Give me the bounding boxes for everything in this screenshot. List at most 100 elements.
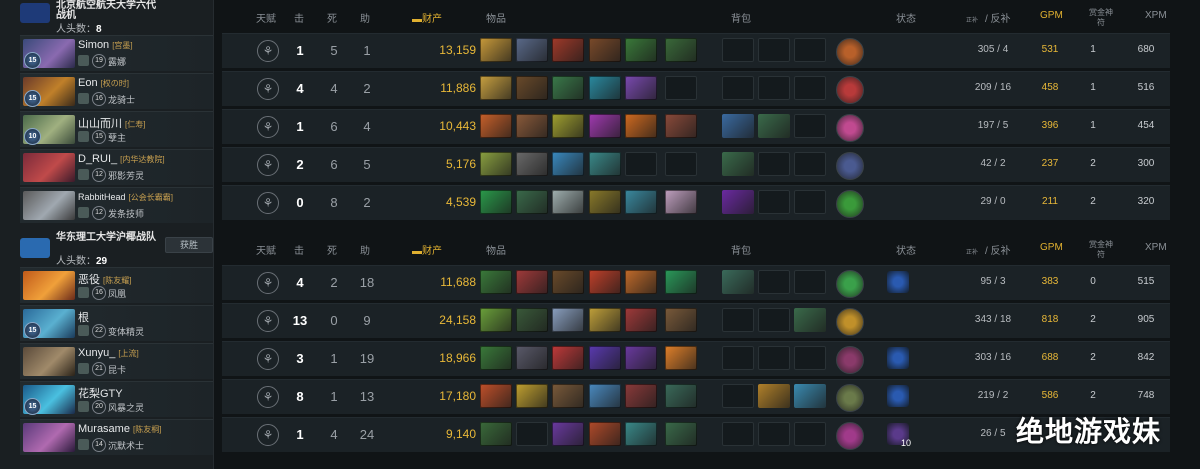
item-slot-icon[interactable] xyxy=(516,270,548,294)
item-slot-icon[interactable] xyxy=(516,38,548,62)
item-slot-icon[interactable] xyxy=(552,190,584,214)
status-buff-icon[interactable]: 10 xyxy=(887,423,911,448)
empty-backpack-slot[interactable] xyxy=(794,152,826,176)
empty-backpack-slot[interactable] xyxy=(794,422,826,446)
item-slot-icon[interactable] xyxy=(480,346,512,370)
item-slot-icon[interactable] xyxy=(480,152,512,176)
item-slot-icon[interactable] xyxy=(480,114,512,138)
item-slot-icon[interactable] xyxy=(516,346,548,370)
item-slot-icon[interactable] xyxy=(665,422,697,446)
item-slot-icon[interactable] xyxy=(625,38,657,62)
item-slot-icon[interactable] xyxy=(480,422,512,446)
item-slot-icon[interactable] xyxy=(552,346,584,370)
neutral-item-icon[interactable] xyxy=(836,38,864,66)
empty-backpack-slot[interactable] xyxy=(794,38,826,62)
item-slot-icon[interactable] xyxy=(480,76,512,100)
talent-tree-icon[interactable]: ⚘ xyxy=(257,40,279,62)
item-slot-icon[interactable] xyxy=(552,152,584,176)
neutral-item-icon[interactable] xyxy=(836,308,864,336)
empty-backpack-slot[interactable] xyxy=(794,346,826,370)
talent-tree-icon[interactable]: ⚘ xyxy=(257,116,279,138)
item-slot-icon[interactable] xyxy=(516,152,548,176)
item-slot-icon[interactable] xyxy=(552,76,584,100)
player-card[interactable]: 15 Simon [宫墨] 19 露娜 xyxy=(20,35,213,71)
item-slot-icon[interactable] xyxy=(480,308,512,332)
item-slot-icon[interactable] xyxy=(552,38,584,62)
item-slot-icon[interactable] xyxy=(516,308,548,332)
talent-tree-icon[interactable]: ⚘ xyxy=(257,78,279,100)
item-slot-icon[interactable] xyxy=(625,270,657,294)
empty-backpack-slot[interactable] xyxy=(758,270,790,294)
item-slot-icon[interactable] xyxy=(552,270,584,294)
empty-item-slot[interactable] xyxy=(625,152,657,176)
item-slot-icon[interactable] xyxy=(625,422,657,446)
item-slot-icon[interactable] xyxy=(625,114,657,138)
item-slot-icon[interactable] xyxy=(552,308,584,332)
item-slot-icon[interactable] xyxy=(552,384,584,408)
talent-tree-icon[interactable]: ⚘ xyxy=(257,154,279,176)
stats-row[interactable]: ⚘ 3 1 19 18,966 303 / 16 688 2 842 xyxy=(222,341,1170,376)
empty-backpack-slot[interactable] xyxy=(794,114,826,138)
talent-tree-icon[interactable]: ⚘ xyxy=(257,386,279,408)
talent-tree-icon[interactable]: ⚘ xyxy=(257,192,279,214)
item-slot-icon[interactable] xyxy=(665,190,697,214)
item-slot-icon[interactable] xyxy=(589,114,621,138)
player-card[interactable]: 恶役 [陈友耀] 16 凤凰 xyxy=(20,267,213,303)
backpack-item-icon[interactable] xyxy=(794,384,826,408)
talent-tree-icon[interactable]: ⚘ xyxy=(257,348,279,370)
backpack-item-icon[interactable] xyxy=(794,308,826,332)
item-slot-icon[interactable] xyxy=(665,114,697,138)
stats-row[interactable]: ⚘ 4 4 2 11,886 209 / 16 458 1 516 xyxy=(222,71,1170,106)
item-slot-icon[interactable] xyxy=(625,190,657,214)
item-slot-icon[interactable] xyxy=(552,114,584,138)
item-slot-icon[interactable] xyxy=(625,308,657,332)
player-card[interactable]: Murasame [陈友桐] 14 沉默术士 xyxy=(20,419,213,455)
item-slot-icon[interactable] xyxy=(625,76,657,100)
backpack-item-icon[interactable] xyxy=(722,152,754,176)
item-slot-icon[interactable] xyxy=(665,384,697,408)
stats-row[interactable]: ⚘ 4 2 18 11,688 95 / 3 383 0 515 xyxy=(222,265,1170,300)
stats-row[interactable]: ⚘ 8 1 13 17,180 219 / 2 586 2 748 xyxy=(222,379,1170,414)
neutral-item-icon[interactable] xyxy=(836,422,864,450)
item-slot-icon[interactable] xyxy=(516,190,548,214)
item-slot-icon[interactable] xyxy=(480,38,512,62)
backpack-item-icon[interactable] xyxy=(758,114,790,138)
neutral-item-icon[interactable] xyxy=(836,76,864,104)
item-slot-icon[interactable] xyxy=(480,384,512,408)
stats-row[interactable]: ⚘ 1 6 4 10,443 197 / 5 396 1 454 xyxy=(222,109,1170,144)
status-buff-icon[interactable] xyxy=(887,385,909,407)
empty-backpack-slot[interactable] xyxy=(794,190,826,214)
neutral-item-icon[interactable] xyxy=(836,270,864,298)
item-slot-icon[interactable] xyxy=(665,270,697,294)
item-slot-icon[interactable] xyxy=(625,346,657,370)
neutral-item-icon[interactable] xyxy=(836,114,864,142)
player-card[interactable]: D_RUI_ [内华达教院] 12 邪影芳灵 xyxy=(20,149,213,185)
player-card[interactable]: 15 花梨GTY 20 风暴之灵 xyxy=(20,381,213,417)
item-slot-icon[interactable] xyxy=(589,76,621,100)
empty-backpack-slot[interactable] xyxy=(722,346,754,370)
status-buff-icon[interactable] xyxy=(887,347,909,369)
backpack-item-icon[interactable] xyxy=(722,114,754,138)
item-slot-icon[interactable] xyxy=(552,422,584,446)
player-card[interactable]: 10 山山而川 [仁寿] 15 孽主 xyxy=(20,111,213,147)
item-slot-icon[interactable] xyxy=(625,384,657,408)
item-slot-icon[interactable] xyxy=(589,38,621,62)
item-slot-icon[interactable] xyxy=(589,270,621,294)
status-buff-icon[interactable] xyxy=(887,271,909,293)
backpack-item-icon[interactable] xyxy=(758,384,790,408)
empty-backpack-slot[interactable] xyxy=(758,346,790,370)
player-card[interactable]: RabbitHead [公会长霸霸] 12 发条技师 xyxy=(20,187,213,223)
item-slot-icon[interactable] xyxy=(665,308,697,332)
item-slot-icon[interactable] xyxy=(516,114,548,138)
neutral-item-icon[interactable] xyxy=(836,346,864,374)
empty-backpack-slot[interactable] xyxy=(722,308,754,332)
empty-backpack-slot[interactable] xyxy=(758,308,790,332)
empty-backpack-slot[interactable] xyxy=(758,38,790,62)
empty-backpack-slot[interactable] xyxy=(794,270,826,294)
empty-backpack-slot[interactable] xyxy=(722,38,754,62)
empty-backpack-slot[interactable] xyxy=(758,190,790,214)
stats-row[interactable]: ⚘ 1 5 1 13,159 305 / 4 531 1 680 xyxy=(222,33,1170,68)
talent-tree-icon[interactable]: ⚘ xyxy=(257,310,279,332)
empty-backpack-slot[interactable] xyxy=(722,76,754,100)
item-slot-icon[interactable] xyxy=(665,38,697,62)
